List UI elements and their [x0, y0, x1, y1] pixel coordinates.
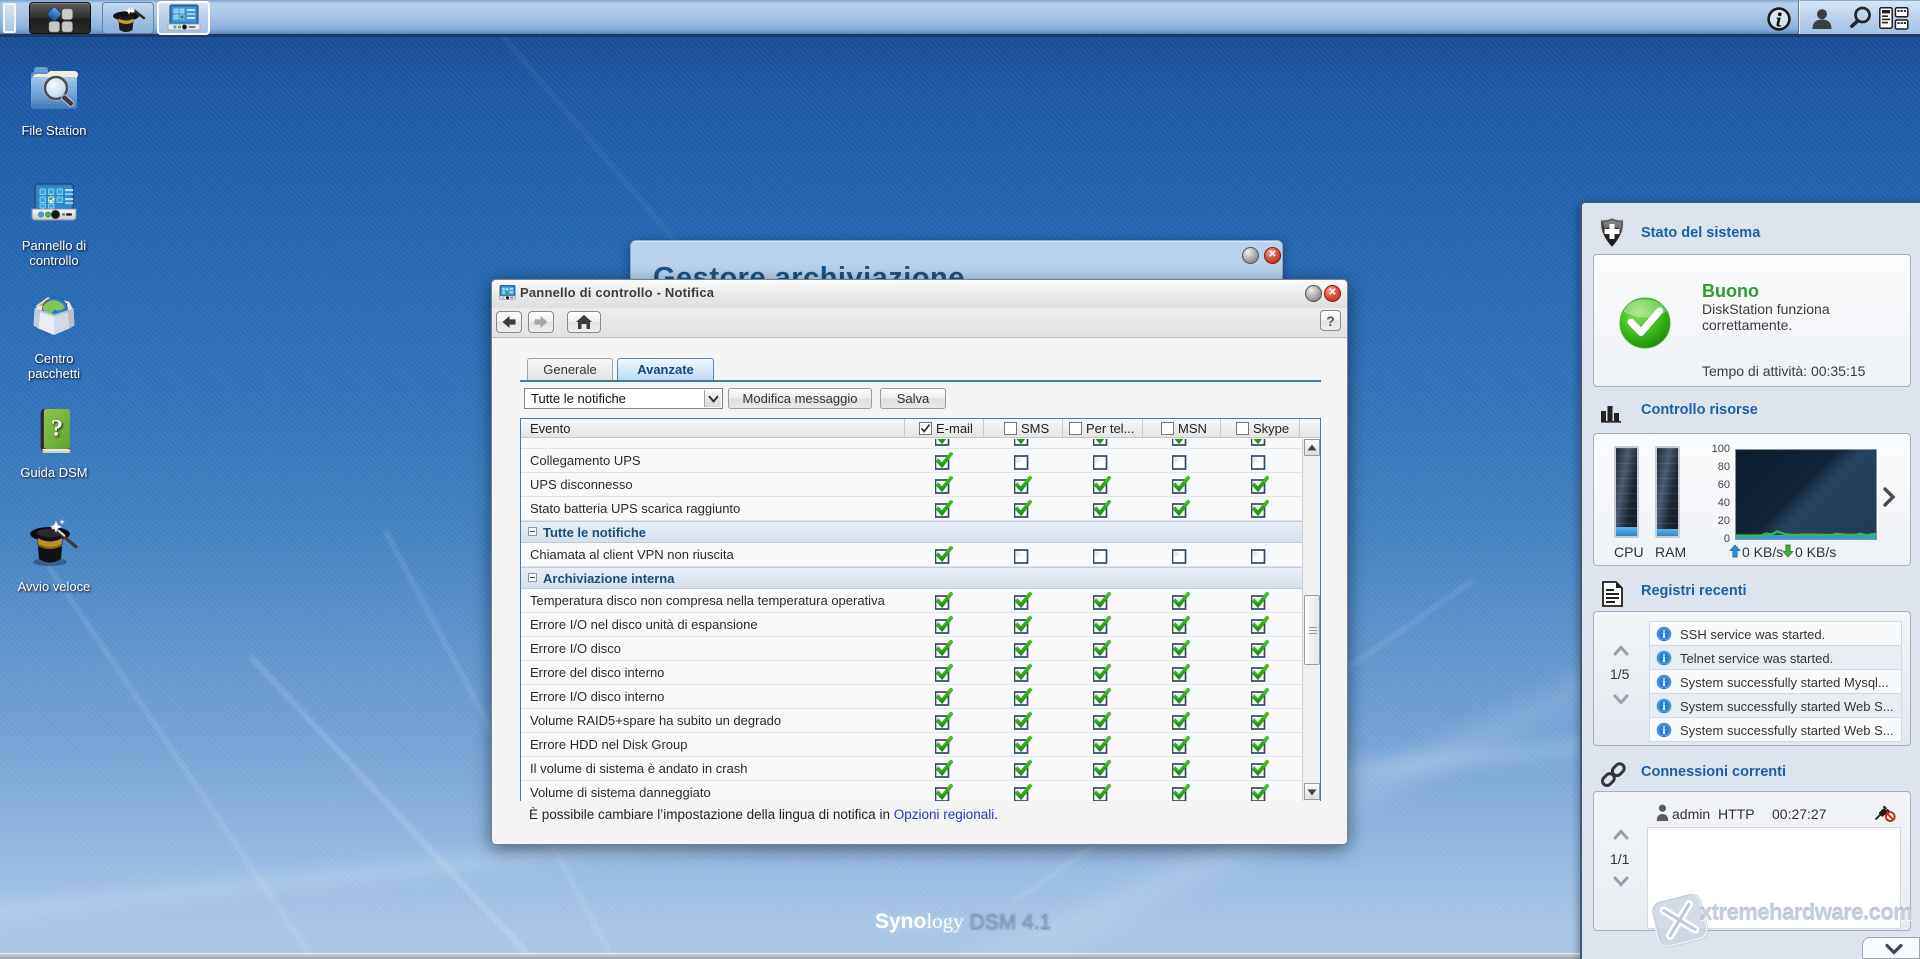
svg-text:?: ?: [51, 416, 63, 442]
